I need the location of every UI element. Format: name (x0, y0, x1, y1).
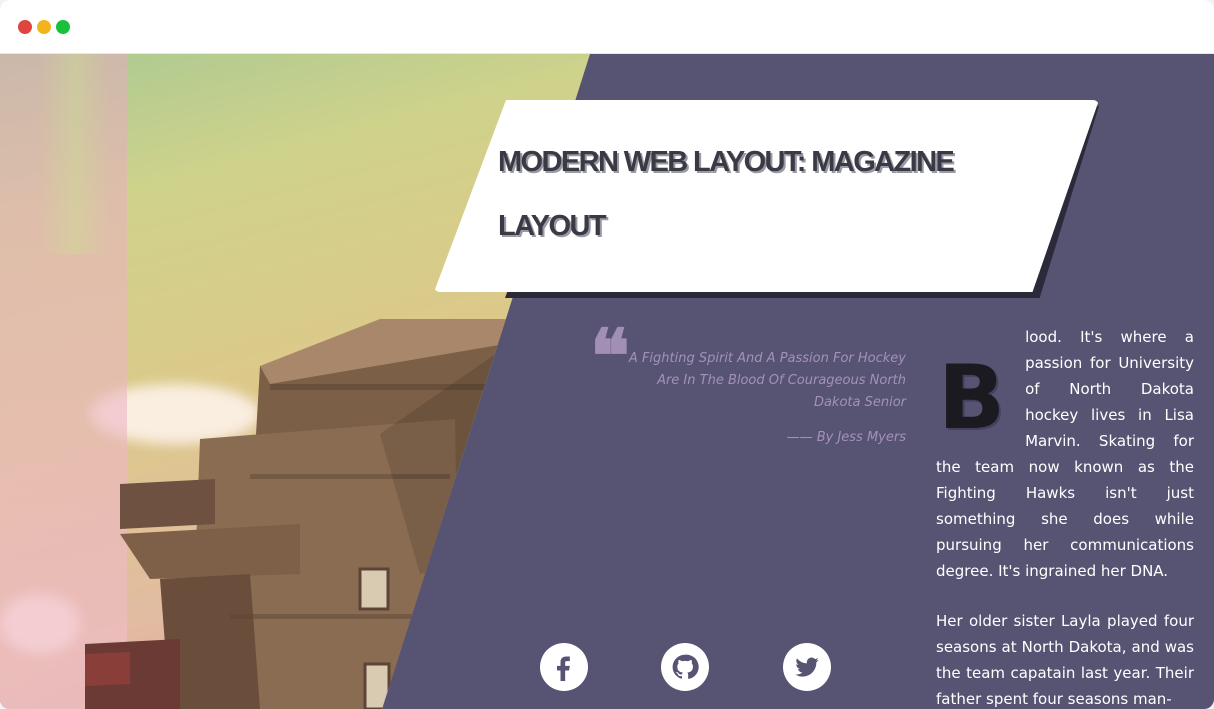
drop-cap: B (938, 346, 1006, 449)
github-link[interactable] (661, 643, 709, 691)
twitter-icon (795, 657, 819, 677)
twitter-link[interactable] (783, 643, 831, 691)
facebook-link[interactable] (540, 643, 588, 691)
facebook-icon (557, 656, 570, 681)
article-paragraph: Her older sister Layla played four seaso… (936, 612, 1194, 708)
minimize-window-button[interactable] (37, 20, 51, 34)
article-body: B lood. It's where a passion for Univers… (936, 324, 1194, 709)
maximize-window-button[interactable] (56, 20, 70, 34)
close-window-button[interactable] (18, 20, 32, 34)
page-title: MODERN WEB LAYOUT: MAGAZINE LAYOUT (498, 146, 955, 242)
quote-author: —— By Jess Myers (786, 430, 906, 445)
pull-quote: A Fighting Spirit And A Passion For Hock… (628, 351, 906, 410)
browser-window: MODERN WEB LAYOUT: MAGAZINE LAYOUT ❝ A F… (0, 0, 1214, 709)
window-titlebar (0, 0, 1214, 54)
github-icon (672, 654, 699, 679)
